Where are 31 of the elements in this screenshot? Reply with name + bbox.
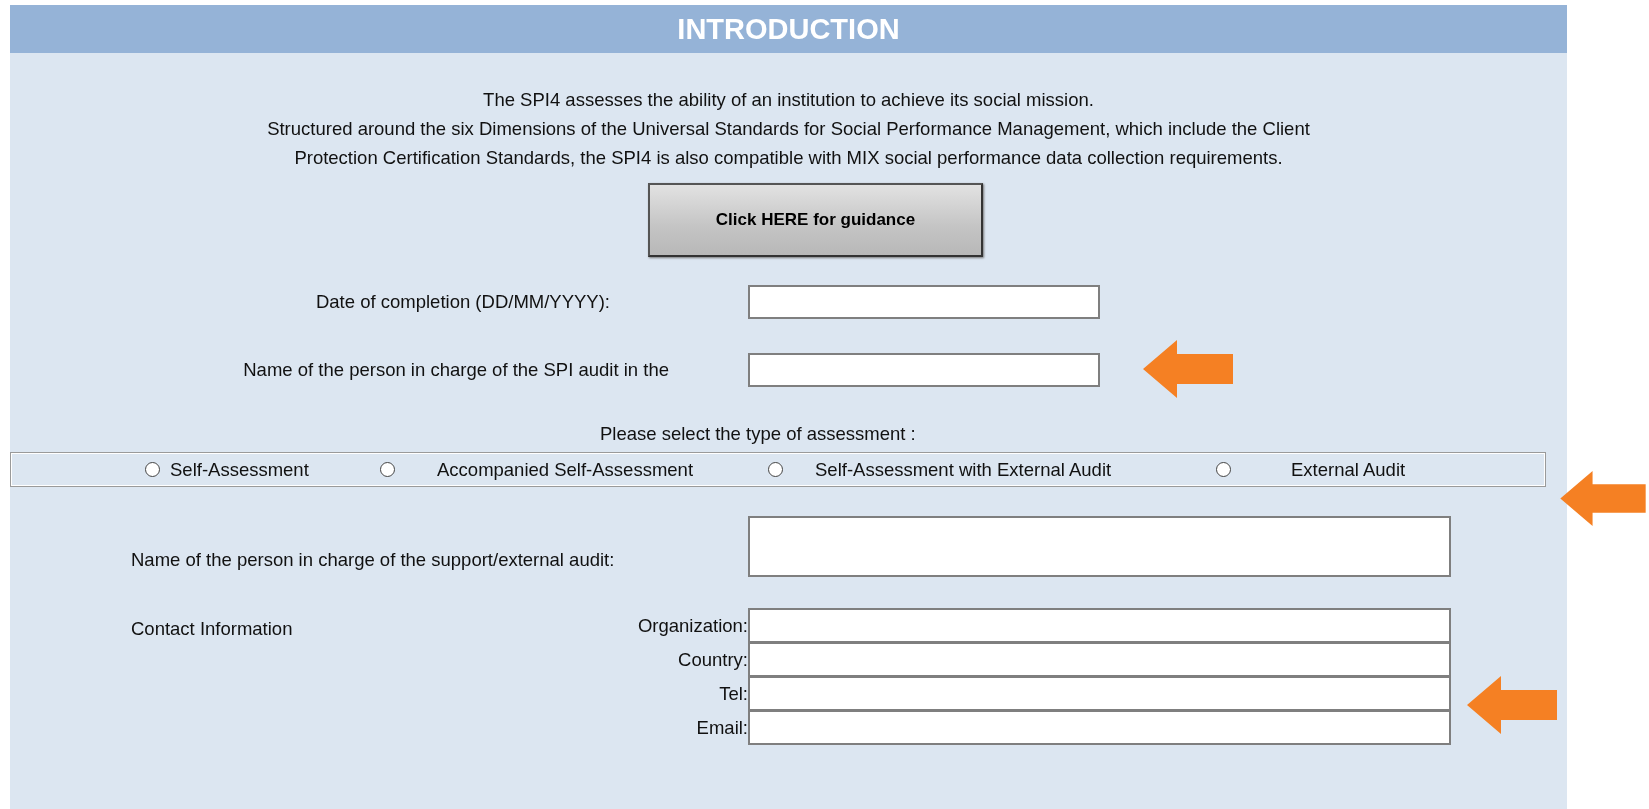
input-field[interactable]	[748, 710, 1451, 745]
input-field[interactable]	[748, 516, 1451, 577]
arrow-icon	[1467, 676, 1557, 734]
arrow-icon	[1560, 471, 1646, 526]
radio-label: Accompanied Self-Assessment	[437, 458, 694, 481]
assessment-prompt: Please select the type of assessment :	[600, 422, 917, 446]
input-field[interactable]	[748, 642, 1451, 677]
radio-button[interactable]	[1216, 462, 1231, 477]
field-label: Name of the person in charge of the support/external audit:	[130, 549, 616, 572]
field-label: Tel:	[718, 682, 748, 705]
input-field[interactable]	[748, 285, 1100, 319]
field-label: Country:	[677, 648, 748, 671]
radio-button[interactable]	[768, 462, 783, 477]
radio-label: Self-Assessment with External Audit	[815, 458, 1112, 481]
input-field[interactable]	[748, 676, 1451, 711]
guidance-button[interactable]: Click HERE for guidance	[648, 183, 983, 257]
field-label: Date of completion (DD/MM/YYYY):	[314, 291, 611, 313]
arrow-icon	[1143, 340, 1233, 398]
field-label: Email:	[695, 716, 748, 739]
radio-label: Self-Assessment	[170, 458, 309, 481]
input-field[interactable]	[748, 353, 1100, 387]
field-label: Name of the person in charge of the SPI audit in the	[242, 359, 670, 381]
section-title: INTRODUCTION	[677, 12, 900, 46]
input-field[interactable]	[748, 608, 1451, 643]
radio-button[interactable]	[145, 462, 160, 477]
field-label: Contact Information	[130, 617, 294, 641]
radio-label: External Audit	[1291, 458, 1406, 481]
radio-button[interactable]	[380, 462, 395, 477]
field-label: Organization:	[636, 614, 748, 637]
intro-text: The SPI4 assesses the ability of an institution to achieve its social mission.	[482, 88, 1095, 112]
intro-text: Structured around the six Dimensions of the Universal Standards for Social Performance Management, which include the Client Protection Certification Standards, the SPI4 is also compatible with MIX social performance data collection requirements.	[266, 117, 1311, 170]
